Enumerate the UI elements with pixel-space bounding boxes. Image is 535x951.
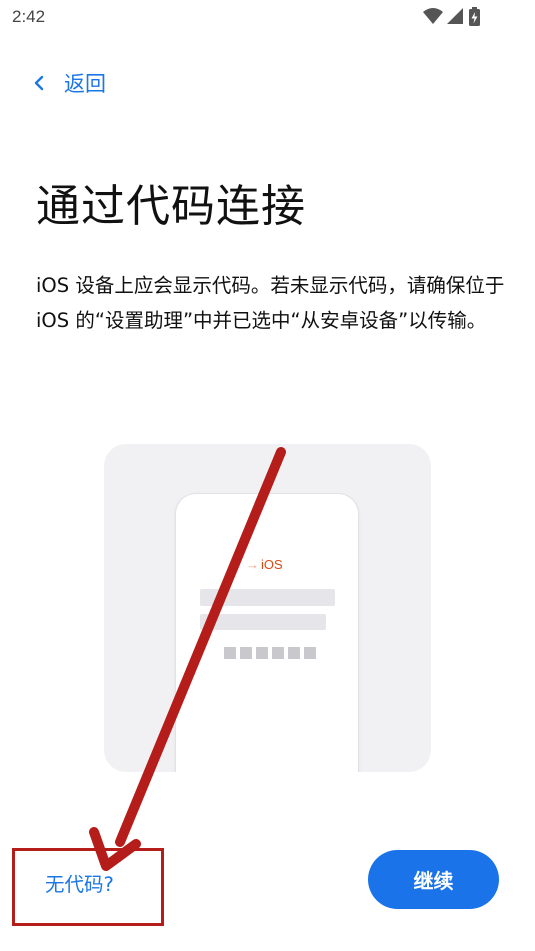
ios-tag: → iOS (246, 557, 283, 572)
ios-label: iOS (261, 557, 283, 572)
phone-illustration: → iOS (176, 494, 358, 772)
placeholder-line (200, 614, 326, 630)
code-digits (224, 647, 316, 659)
code-digit (272, 647, 284, 659)
code-digit (304, 647, 316, 659)
placeholder-line (200, 589, 335, 606)
annotation-highlight-box (12, 848, 164, 926)
code-digit (240, 647, 252, 659)
status-bar: 2:42 (0, 0, 535, 38)
wifi-icon (423, 8, 443, 24)
page-title: 通过代码连接 (36, 181, 306, 232)
code-digit (256, 647, 268, 659)
illustration-card: → iOS (104, 444, 431, 772)
transfer-arrow-icon: → (246, 557, 259, 572)
page-description: iOS 设备上应会显示代码。若未显示代码，请确保位于 iOS 的“设置助理”中并… (36, 274, 505, 332)
status-time: 2:42 (12, 7, 46, 26)
code-digit (288, 647, 300, 659)
chevron-left-icon (34, 75, 44, 91)
battery-charging-icon (469, 7, 480, 26)
status-icons (423, 6, 495, 28)
back-label: 返回 (64, 72, 106, 96)
signal-icon (447, 8, 463, 24)
continue-button[interactable]: 继续 (368, 850, 499, 909)
code-digit (224, 647, 236, 659)
back-button[interactable]: 返回 (30, 66, 106, 100)
